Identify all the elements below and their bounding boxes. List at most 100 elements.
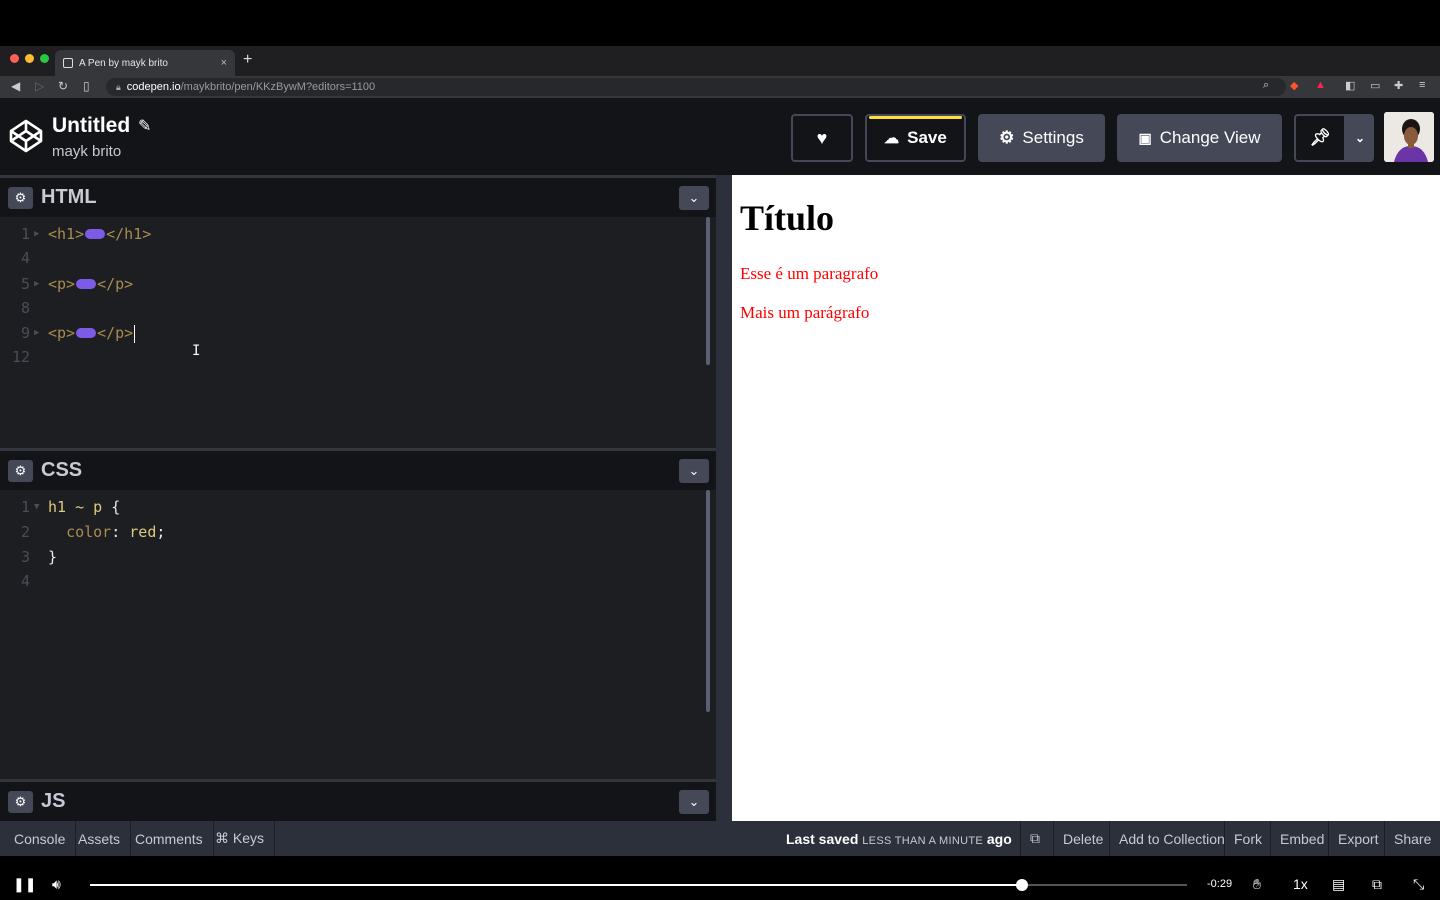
line-number: 1	[20, 225, 30, 243]
progress-track[interactable]	[90, 879, 1187, 891]
forward-icon[interactable]: ▷	[35, 79, 44, 93]
preview-paragraph-1: Esse é um paragrafo	[740, 264, 879, 283]
hand-raise-icon[interactable]: ✋︎	[1253, 876, 1261, 893]
pen-author[interactable]: mayk brito	[52, 143, 121, 160]
comments-button[interactable]: Comments	[125, 821, 214, 856]
line-number: 4	[20, 572, 30, 590]
settings-button[interactable]: ⚙ Settings	[978, 114, 1105, 162]
html-editor-title: HTML	[41, 186, 97, 208]
menu-icon[interactable]: ≡	[1419, 79, 1425, 91]
line-number: 5	[20, 275, 30, 293]
exit-fullscreen-icon[interactable]: ⤡	[1413, 876, 1424, 893]
zoom-icon[interactable]: ⌕	[1263, 79, 1269, 92]
html-collapse-chevron-icon[interactable]: ⌄	[679, 186, 709, 210]
collapsed-content-marker[interactable]	[76, 278, 97, 289]
extension-icon[interactable]: ◧	[1345, 79, 1355, 92]
line-number: 3	[20, 548, 30, 566]
browser-tab[interactable]: A Pen by mayk brito ×	[55, 50, 235, 76]
css-value: red	[129, 523, 157, 541]
progress-played	[90, 884, 1023, 886]
css-collapse-chevron-icon[interactable]: ⌄	[679, 459, 709, 483]
console-button[interactable]: Console	[4, 821, 77, 856]
text-cursor	[134, 324, 136, 343]
code-line: <p> </p>	[48, 275, 133, 293]
assets-button[interactable]: Assets	[68, 821, 132, 856]
html-code-area[interactable]: 1 ▶ <h1> </h1> 4 5 ▶ <p> </p> 8 9 ▶ <p> </p…	[0, 217, 716, 447]
minimize-window-button[interactable]	[25, 54, 34, 63]
js-editor-header: ⚙ JS ⌄	[0, 779, 716, 821]
close-window-button[interactable]	[10, 54, 19, 63]
css-settings-gear-icon[interactable]: ⚙	[8, 460, 33, 482]
new-tab-button[interactable]: +	[243, 51, 252, 69]
resize-handle[interactable]	[716, 175, 732, 821]
save-indicator	[869, 116, 962, 119]
share-button[interactable]: Share	[1384, 821, 1440, 856]
last-saved-suffix: ago	[986, 831, 1012, 847]
html-scrollbar[interactable]	[706, 217, 710, 365]
fold-arrow-icon[interactable]: ▶	[34, 279, 39, 289]
collapsed-content-marker[interactable]	[76, 327, 97, 338]
last-saved-prefix: Last saved	[786, 831, 859, 847]
maximize-window-button[interactable]	[40, 54, 49, 63]
love-button[interactable]: ♥	[791, 114, 853, 162]
volume-icon[interactable]: 🔊︎	[52, 876, 61, 893]
picture-in-picture-icon[interactable]: ⧉	[1372, 876, 1382, 893]
heart-icon: ♥	[816, 127, 828, 148]
tab-title: A Pen by mayk brito	[79, 57, 168, 69]
js-collapse-chevron-icon[interactable]: ⌄	[679, 790, 709, 814]
embed-button[interactable]: Embed	[1270, 821, 1333, 856]
line-number: 8	[20, 299, 30, 317]
css-code-area[interactable]: 1 ▼ h1 ~ p { 2 color: red; 3 } 4	[0, 490, 716, 778]
css-editor-header: ⚙ CSS ⌄	[0, 448, 716, 490]
brave-rewards-icon[interactable]: ▲	[1315, 79, 1326, 91]
fork-button[interactable]: Fork	[1224, 821, 1271, 856]
html-settings-gear-icon[interactable]: ⚙	[8, 187, 33, 209]
progress-thumb[interactable]	[1016, 879, 1029, 891]
css-selector: h1 ~ p	[48, 498, 103, 516]
js-editor-title: JS	[41, 790, 66, 812]
brave-shield-icon[interactable]: ◆	[1290, 79, 1298, 92]
puzzle-icon[interactable]: ✚	[1394, 79, 1403, 92]
preview-paragraph-2: Mais um parágrafo	[740, 303, 870, 322]
reload-icon[interactable]: ↻	[58, 79, 68, 93]
pin-icon: 📌︎	[1309, 128, 1331, 147]
codepen-header: Untitled ✎ mayk brito ♥ ☁ Save ⚙ Setting…	[0, 98, 1440, 175]
css-scrollbar[interactable]	[706, 490, 710, 712]
captions-icon[interactable]: ▤	[1332, 876, 1345, 893]
open-external-button[interactable]: ⧉	[1020, 821, 1049, 856]
keys-button[interactable]: ⌘ Keys	[205, 821, 276, 856]
bookmark-icon[interactable]: ▯	[83, 79, 90, 93]
ibeam-cursor-icon: I	[192, 343, 201, 359]
change-view-button[interactable]: ▣ Change View	[1117, 114, 1282, 162]
css-open-brace: {	[111, 498, 121, 516]
css-property: color	[66, 523, 112, 541]
pen-title[interactable]: Untitled	[52, 114, 130, 138]
delete-button[interactable]: Delete	[1053, 821, 1112, 856]
pin-dropdown-button[interactable]: ⌄	[1346, 114, 1374, 162]
add-to-collection-button[interactable]: Add to Collection	[1109, 821, 1234, 856]
browser-toolbar: ◀ ▷ ↻ ▯ 🔒︎ codepen.io/maykbrito/pen/KKzB…	[0, 76, 1440, 98]
pause-icon[interactable]: ❚❚	[13, 876, 36, 893]
fold-arrow-icon[interactable]: ▼	[34, 502, 39, 512]
tab-close-icon[interactable]: ×	[221, 57, 227, 69]
tag-close: </p>	[97, 324, 134, 342]
extension-2-icon[interactable]: ▭	[1370, 79, 1380, 92]
fold-arrow-icon[interactable]: ▶	[34, 229, 39, 239]
time-remaining: -0:29	[1207, 878, 1233, 890]
save-button[interactable]: ☁ Save	[865, 114, 966, 162]
user-avatar[interactable]	[1384, 112, 1434, 162]
code-line: }	[48, 548, 57, 566]
address-bar[interactable]: 🔒︎ codepen.io/maykbrito/pen/KKzBywM?edit…	[106, 78, 1286, 96]
fold-arrow-icon[interactable]: ▶	[34, 328, 39, 338]
pin-button[interactable]: 📌︎	[1294, 114, 1346, 162]
last-saved-status: Last saved LESS THAN A MINUTE ago	[786, 831, 1012, 847]
js-settings-gear-icon[interactable]: ⚙	[8, 791, 33, 813]
playback-speed-button[interactable]: 1x	[1293, 876, 1308, 892]
export-button[interactable]: Export	[1328, 821, 1387, 856]
collapsed-content-marker[interactable]	[85, 228, 106, 239]
edit-title-icon[interactable]: ✎	[138, 116, 151, 136]
change-view-label: Change View	[1159, 128, 1261, 147]
codepen-logo-icon[interactable]	[8, 118, 44, 154]
tag-open: <p>	[48, 324, 76, 342]
back-icon[interactable]: ◀	[11, 79, 20, 93]
